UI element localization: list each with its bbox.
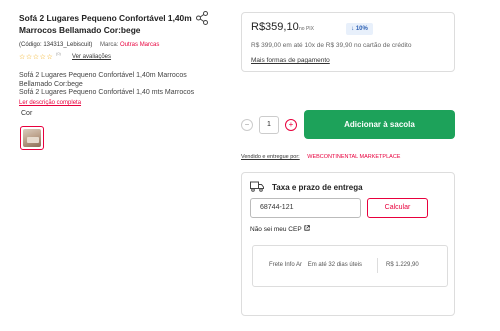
shipping-option-eta: Em até 32 dias úteis xyxy=(307,262,363,268)
calculate-button[interactable]: Calcular xyxy=(367,198,428,218)
rating-count: (0) xyxy=(56,51,61,56)
shipping-option: Frete Info Ar Em até 32 dias úteis R$ 1.… xyxy=(252,245,448,287)
product-description: Sofá 2 Lugares Pequeno Confortável 1,40m… xyxy=(19,72,195,97)
no-cep-link[interactable]: Não sei meu CEP xyxy=(250,225,311,233)
pix-label: no PIX xyxy=(299,26,315,32)
brand-line: Marca: Outras Marcas xyxy=(100,42,159,48)
shipping-option-name: Frete Info Ar xyxy=(269,262,303,268)
shipping-title: Taxa e prazo de entrega xyxy=(272,183,363,192)
brand-label: Marca: xyxy=(100,42,119,48)
truck-icon xyxy=(250,181,264,192)
product-title: Sofá 2 Lugares Pequeno Confortável 1,40m… xyxy=(19,13,192,35)
price-box: R$359,10 no PIX ↓ 10% R$ 399,00 em até 1… xyxy=(241,12,455,72)
seller-line: Vendido e entregue por: WEBCONTINENTAL M… xyxy=(241,154,400,160)
no-cep-label: Não sei meu CEP xyxy=(250,226,302,233)
color-label: Cor xyxy=(21,110,33,117)
external-link-icon xyxy=(304,225,311,231)
read-more-link[interactable]: Ler descrição completa xyxy=(19,100,81,106)
add-to-bag-button[interactable]: Adicionar à sacola xyxy=(304,110,455,139)
quantity-input[interactable]: 1 xyxy=(259,116,279,134)
reviews-link[interactable]: Ver avaliações xyxy=(72,54,111,60)
color-swatch-bege[interactable] xyxy=(20,126,44,150)
more-payment-link[interactable]: Mais formas de pagamento xyxy=(251,57,330,64)
cep-input[interactable]: 68744-121 xyxy=(250,198,361,218)
pix-price: R$359,10 xyxy=(251,21,299,33)
seller-label: Vendido e entregue por: xyxy=(241,154,300,160)
swatch-thumbnail xyxy=(23,129,41,147)
installments-text: R$ 399,00 em até 10x de R$ 39,90 no cart… xyxy=(251,42,412,49)
share-icon[interactable] xyxy=(196,11,208,25)
discount-badge: ↓ 10% xyxy=(346,23,373,35)
product-code: (Código: 134313_Lebiscuit) xyxy=(19,42,93,48)
shipping-option-price: R$ 1.229,90 xyxy=(386,262,419,268)
shipping-option-divider xyxy=(377,258,378,273)
quantity-increase-button[interactable]: + xyxy=(285,119,297,131)
seller-name-link[interactable]: WEBCONTINENTAL MARKETPLACE xyxy=(307,154,400,160)
quantity-decrease-button[interactable]: − xyxy=(241,119,253,131)
shipping-option-info: Frete Info Ar Em até 32 dias úteis xyxy=(269,262,366,268)
brand-name-link[interactable]: Outras Marcas xyxy=(120,42,159,48)
shipping-box: Taxa e prazo de entrega 68744-121 Calcul… xyxy=(241,172,455,316)
rating-stars: ☆☆☆☆☆ xyxy=(19,54,54,61)
